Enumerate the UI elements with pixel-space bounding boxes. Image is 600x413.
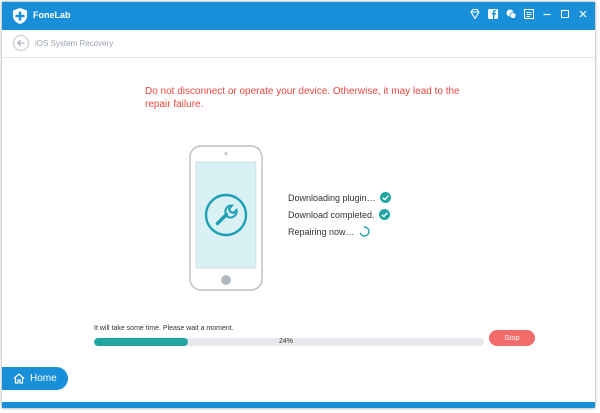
warning-message: Do not disconnect or operate your device… (145, 86, 460, 110)
check-icon (378, 209, 390, 220)
diamond-icon[interactable] (469, 8, 481, 20)
home-icon (13, 373, 25, 384)
step-label: Downloading plugin… (288, 192, 376, 203)
step-label: Repairing now… (288, 226, 355, 237)
app-window: FoneLab iOS System Recovery Do not disco… (2, 2, 595, 408)
progress-note: It will take some time. Please wait a mo… (94, 325, 234, 332)
home-button[interactable]: Home (2, 367, 68, 390)
title-bar: FoneLab (2, 2, 595, 30)
progress-bar-fill (94, 338, 188, 346)
iphone-illustration (189, 145, 263, 291)
menu-icon[interactable] (523, 8, 535, 20)
close-icon[interactable] (577, 8, 589, 20)
facebook-icon[interactable] (487, 8, 499, 20)
chat-icon[interactable] (505, 8, 517, 20)
navigation-bar: iOS System Recovery (2, 30, 595, 58)
loading-spinner-icon (359, 226, 370, 237)
bottom-accent-bar (2, 402, 595, 408)
titlebar-icons (469, 8, 589, 20)
back-button[interactable] (13, 35, 29, 51)
app-title: FoneLab (33, 10, 71, 20)
breadcrumb: iOS System Recovery (35, 39, 114, 48)
step-repairing-now: Repairing now… (288, 226, 370, 237)
check-icon (379, 192, 391, 203)
maximize-icon[interactable] (559, 8, 571, 20)
step-download-completed: Download completed. (288, 209, 390, 220)
back-arrow-icon (17, 39, 25, 47)
minimize-icon[interactable] (541, 8, 553, 20)
home-label: Home (30, 373, 57, 384)
step-label: Download completed. (288, 209, 375, 220)
step-downloading-plugin: Downloading plugin… (288, 192, 391, 203)
progress-percent: 24% (279, 338, 294, 345)
stop-button[interactable]: Stop (489, 330, 535, 346)
fonelab-logo-icon (13, 8, 27, 24)
